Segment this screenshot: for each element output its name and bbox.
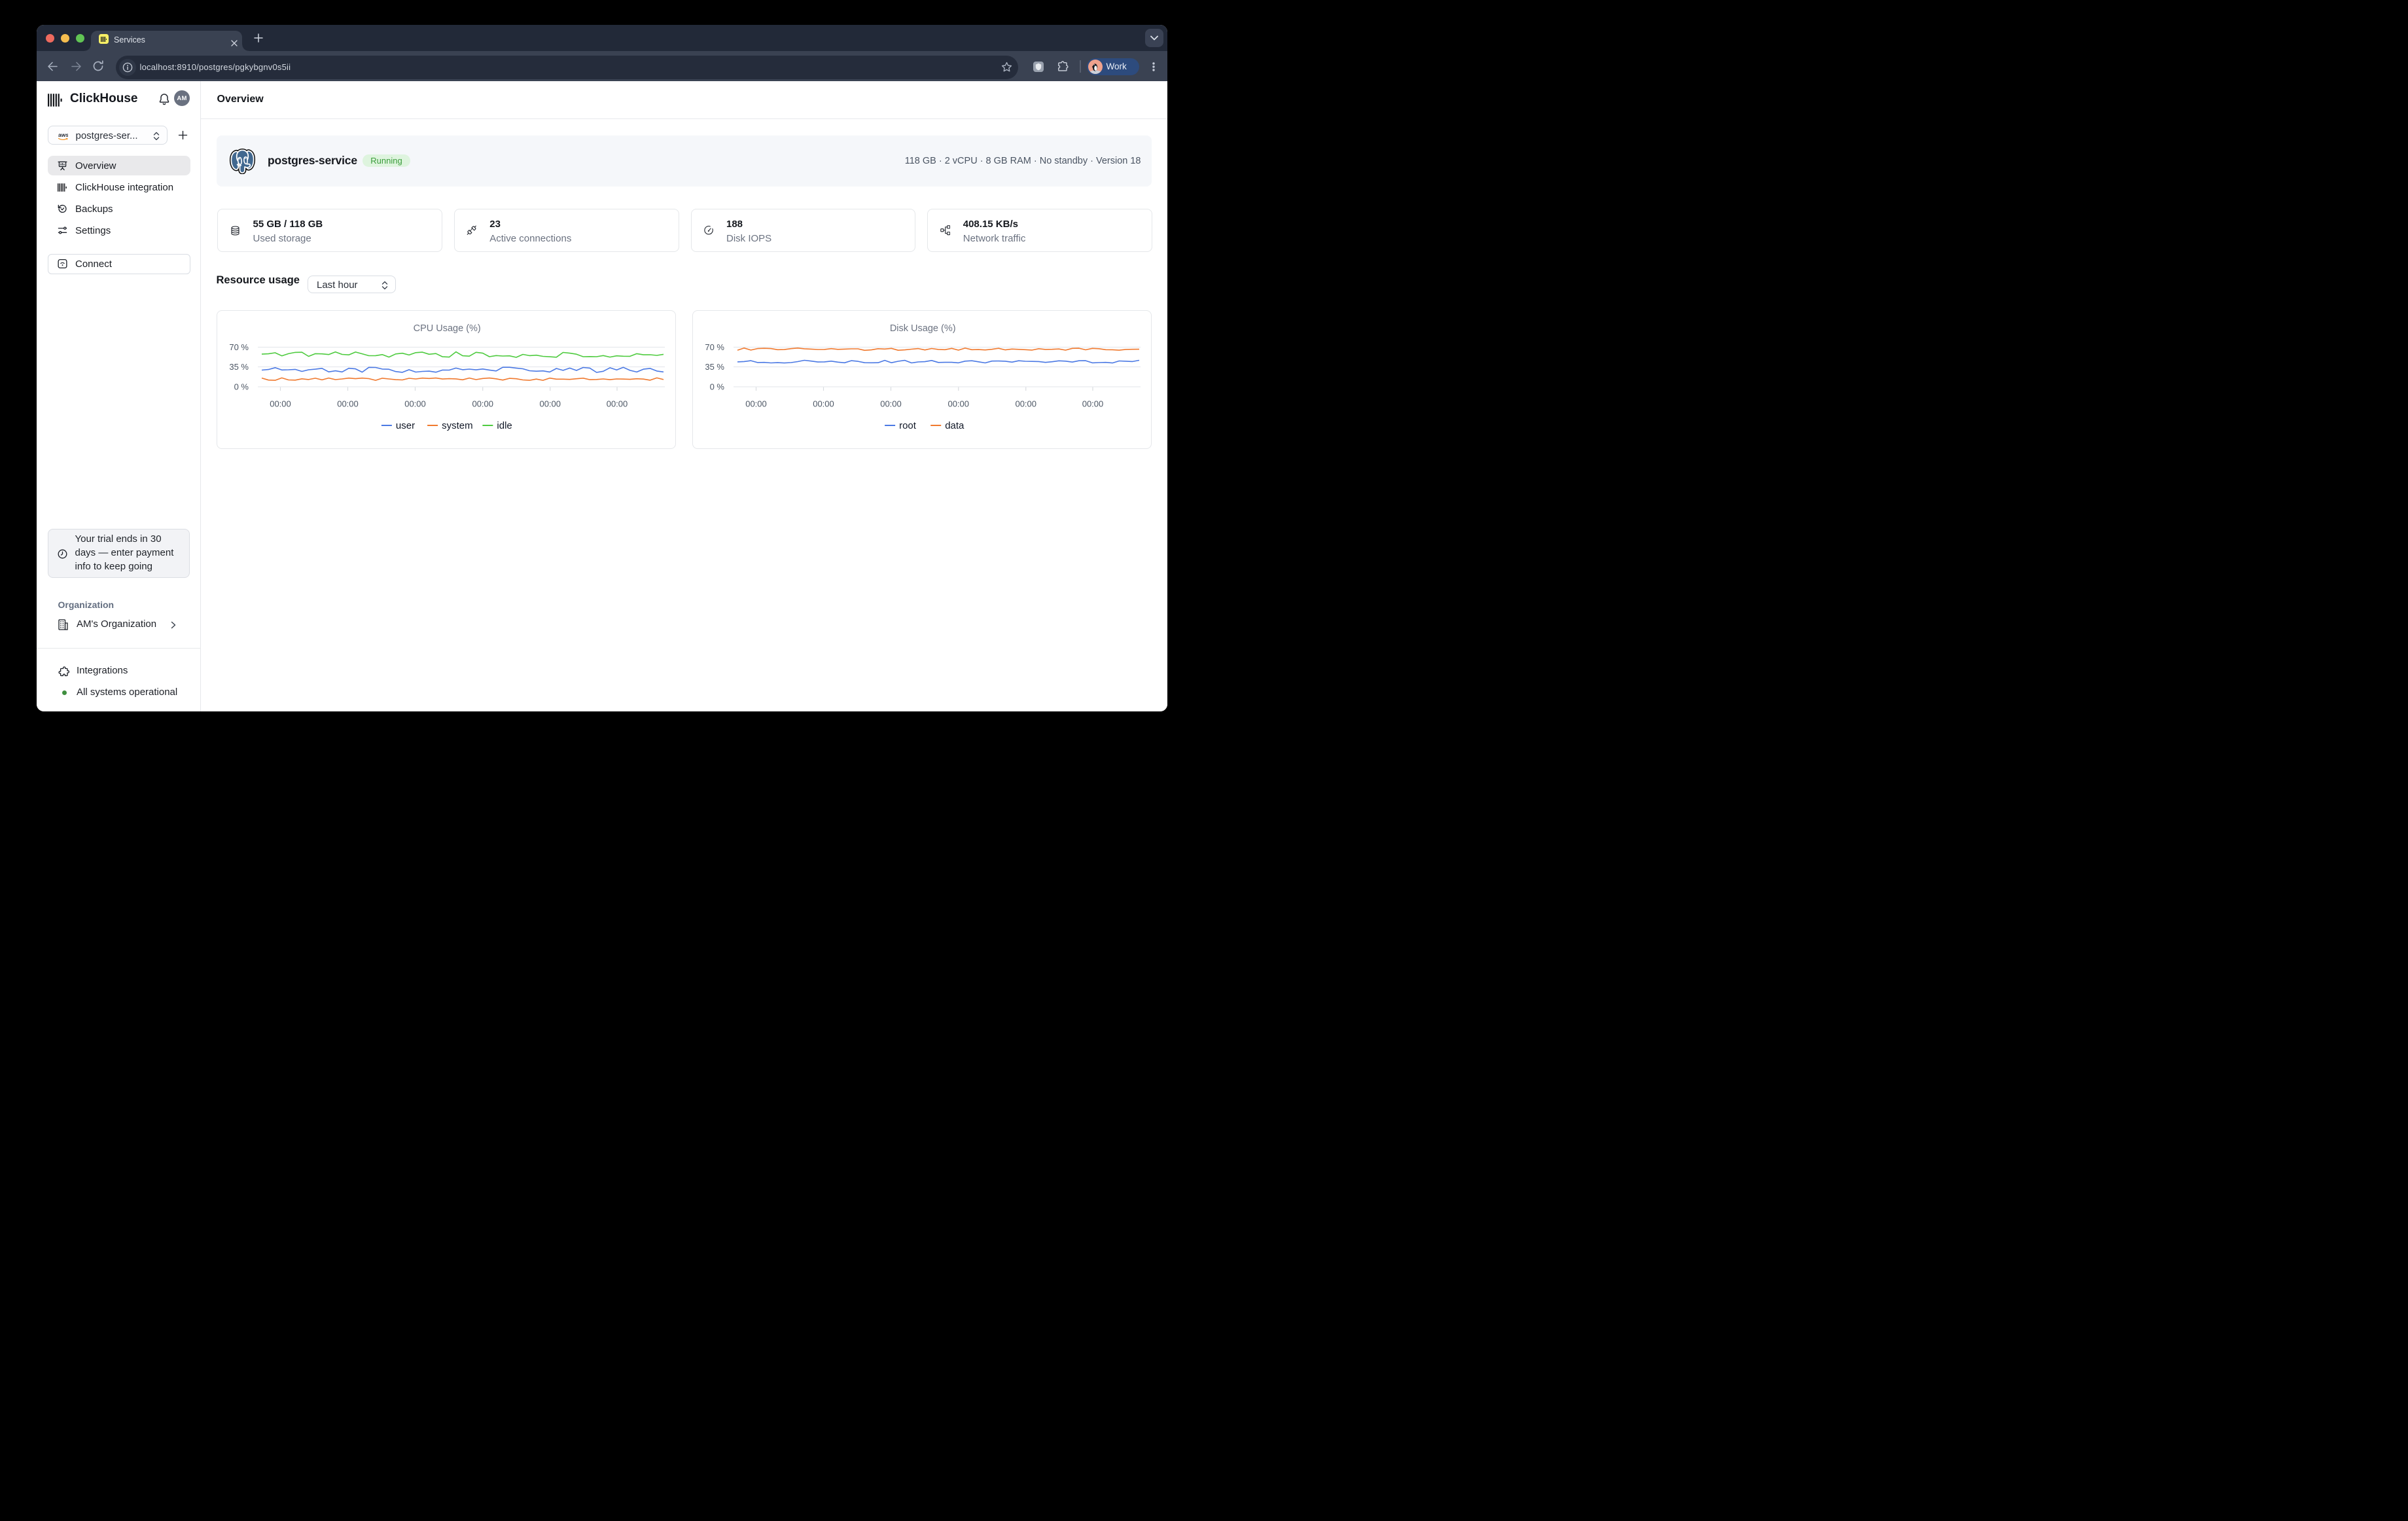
svg-text:00:00: 00:00 [1082, 399, 1103, 409]
svg-text:70 %: 70 % [705, 342, 724, 352]
svg-text:root: root [899, 420, 917, 431]
svg-text:00:00: 00:00 [745, 399, 767, 409]
svg-text:0 %: 0 % [709, 382, 724, 392]
svg-text:idle: idle [497, 420, 512, 431]
svg-text:0 %: 0 % [234, 382, 249, 392]
svg-text:user: user [395, 420, 414, 431]
svg-text:35 %: 35 % [705, 362, 724, 372]
svg-text:Disk Usage (%): Disk Usage (%) [889, 323, 955, 334]
svg-text:data: data [945, 420, 965, 431]
svg-text:00:00: 00:00 [404, 399, 426, 409]
svg-text:system: system [442, 420, 473, 431]
svg-text:35 %: 35 % [229, 362, 249, 372]
svg-text:00:00: 00:00 [337, 399, 359, 409]
svg-text:00:00: 00:00 [270, 399, 291, 409]
svg-text:00:00: 00:00 [947, 399, 969, 409]
svg-text:aws: aws [58, 132, 68, 138]
svg-text:CPU Usage (%): CPU Usage (%) [413, 323, 480, 334]
svg-text:00:00: 00:00 [880, 399, 902, 409]
svg-text:00:00: 00:00 [1015, 399, 1036, 409]
svg-text:70 %: 70 % [229, 342, 249, 352]
svg-text:00:00: 00:00 [472, 399, 493, 409]
svg-text:00:00: 00:00 [606, 399, 628, 409]
svg-text:00:00: 00:00 [539, 399, 561, 409]
svg-text:00:00: 00:00 [813, 399, 834, 409]
